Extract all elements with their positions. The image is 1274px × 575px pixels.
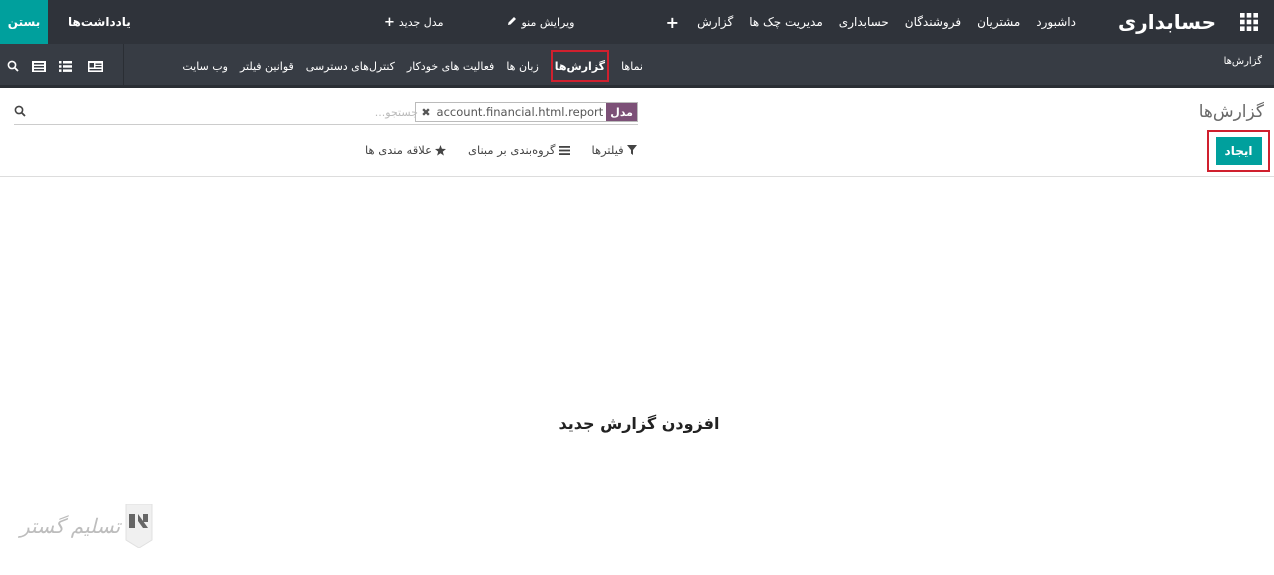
studio-subbar: گزارش‌ها نماها گزارش‌ها زبان ها فعالیت ه… bbox=[0, 44, 1274, 88]
funnel-icon bbox=[626, 145, 637, 155]
notes-button[interactable]: یادداشت‌ها bbox=[48, 15, 151, 29]
empty-state-message: افزودن گزارش جدید bbox=[558, 414, 720, 433]
main-menu: داشبورد مشتریان فروشندگان حسابداری مدیری… bbox=[656, 13, 1084, 32]
page-title: گزارش‌ها bbox=[1198, 102, 1264, 122]
navbar-left: بستن یادداشت‌ها bbox=[0, 0, 151, 44]
pencil-icon bbox=[507, 16, 517, 29]
sub-tab-filter-rules[interactable]: قوانین فیلتر bbox=[234, 44, 300, 88]
watermark-logo-icon bbox=[124, 504, 154, 548]
add-menu-plus-icon[interactable]: + bbox=[656, 13, 689, 32]
main-navbar: حسابداری داشبورد مشتریان فروشندگان حسابد… bbox=[0, 0, 1274, 44]
menu-item-accounting[interactable]: حسابداری bbox=[831, 15, 897, 29]
group-by-dropdown[interactable]: گروه‌بندی بر مبنای bbox=[457, 143, 581, 157]
bars-icon bbox=[558, 145, 570, 155]
view-switcher bbox=[0, 44, 124, 88]
new-model-button[interactable]: + مدل جدید bbox=[370, 15, 457, 30]
sub-tab-reports[interactable]: گزارش‌ها bbox=[545, 44, 615, 88]
search-submit-icon[interactable] bbox=[14, 105, 26, 120]
facet-label: مدل bbox=[606, 103, 637, 121]
watermark: تسلیم گستر bbox=[20, 504, 154, 548]
subbar-menu: نماها گزارش‌ها زبان ها فعالیت های خودکار… bbox=[176, 44, 649, 88]
star-icon bbox=[434, 144, 446, 156]
favorites-dropdown[interactable]: علاقه مندی ها bbox=[354, 143, 457, 157]
menu-item-vendors[interactable]: فروشندگان bbox=[897, 15, 969, 29]
plus-icon: + bbox=[384, 14, 395, 30]
create-button-highlight: ایجاد bbox=[1207, 130, 1270, 172]
sub-tab-website[interactable]: وب سایت bbox=[176, 44, 234, 88]
edit-menu-label: ویرایش منو bbox=[521, 15, 575, 29]
sub-tab-automated-actions[interactable]: فعالیت های خودکار bbox=[401, 44, 500, 88]
close-studio-button[interactable]: بستن bbox=[0, 0, 48, 44]
favorites-label: علاقه مندی ها bbox=[365, 143, 432, 157]
apps-menu-icon[interactable] bbox=[1224, 0, 1274, 44]
search-facet: مدل account.financial.html.report ✖ bbox=[415, 102, 638, 122]
subbar-title: گزارش‌ها bbox=[1223, 56, 1262, 67]
create-button[interactable]: ایجاد bbox=[1215, 137, 1262, 165]
search-bar: مدل account.financial.html.report ✖ bbox=[14, 101, 638, 125]
search-input[interactable] bbox=[154, 102, 418, 122]
studio-actions: + مدل جدید ویرایش منو bbox=[370, 0, 588, 44]
menu-item-reporting[interactable]: گزارش bbox=[689, 15, 741, 29]
facet-remove-icon[interactable]: ✖ bbox=[416, 103, 432, 121]
watermark-text: تسلیم گستر bbox=[20, 514, 121, 538]
filters-label: فیلترها bbox=[591, 143, 624, 157]
facet-value: account.financial.html.report bbox=[436, 105, 604, 119]
sub-tab-access-controls[interactable]: کنترل‌های دسترسی bbox=[300, 44, 401, 88]
app-brand[interactable]: حسابداری bbox=[1102, 10, 1224, 34]
edit-menu-button[interactable]: ویرایش منو bbox=[493, 16, 588, 29]
menu-item-checks[interactable]: مدیریت چک ها bbox=[741, 15, 831, 29]
form-view-icon[interactable] bbox=[26, 44, 52, 88]
search-options: فیلترها گروه‌بندی بر مبنای علاقه مندی ها bbox=[354, 143, 648, 157]
filters-dropdown[interactable]: فیلترها bbox=[581, 143, 648, 157]
sub-tab-languages[interactable]: زبان ها bbox=[500, 44, 544, 88]
search-icon[interactable] bbox=[0, 44, 26, 88]
new-model-label: مدل جدید bbox=[398, 15, 444, 29]
kanban-view-icon[interactable] bbox=[78, 44, 112, 88]
navbar-right: حسابداری داشبورد مشتریان فروشندگان حسابد… bbox=[656, 0, 1274, 44]
list-view-icon[interactable] bbox=[52, 44, 78, 88]
sub-tab-views[interactable]: نماها bbox=[615, 44, 649, 88]
menu-item-customers[interactable]: مشتریان bbox=[969, 15, 1028, 29]
menu-item-dashboard[interactable]: داشبورد bbox=[1028, 15, 1084, 29]
group-by-label: گروه‌بندی بر مبنای bbox=[467, 143, 556, 157]
control-panel-divider bbox=[0, 176, 1274, 177]
